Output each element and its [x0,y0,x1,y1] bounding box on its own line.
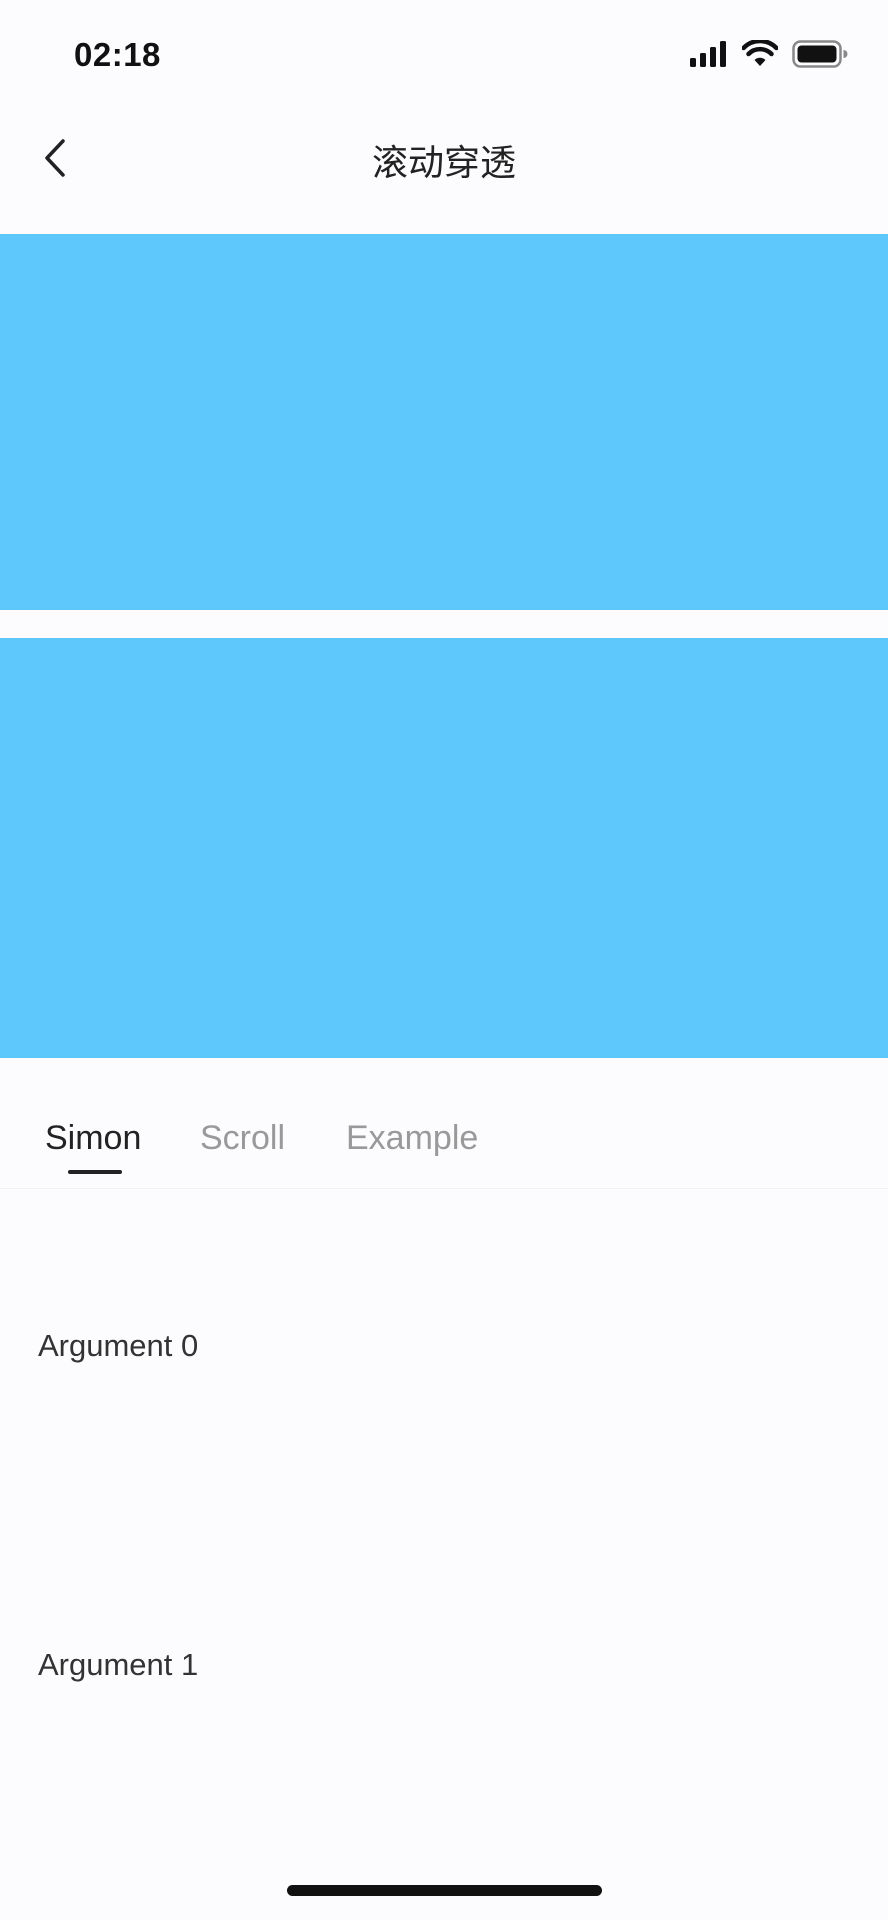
signal-icon [690,41,728,72]
page-title: 滚动穿透 [371,143,516,184]
status-icons [690,38,848,73]
home-indicator[interactable] [287,1885,602,1896]
tab-example[interactable]: Example [346,1119,478,1158]
tab-simon[interactable]: Simon [45,1119,141,1158]
tab-scroll[interactable]: Scroll [200,1119,285,1158]
tab-active-indicator [68,1170,122,1174]
list-item: Argument 0 [38,1328,199,1363]
battery-icon [792,40,848,73]
banner-block-1 [0,234,888,610]
banner-block-2 [0,638,888,1058]
status-bar: 02:18 [0,0,888,110]
status-time: 02:18 [74,36,161,73]
tab-bar: Simon Scroll Example [0,1085,888,1189]
list-item: Argument 1 [38,1647,199,1682]
wifi-icon [741,38,779,73]
nav-bar: 滚动穿透 [0,110,888,234]
